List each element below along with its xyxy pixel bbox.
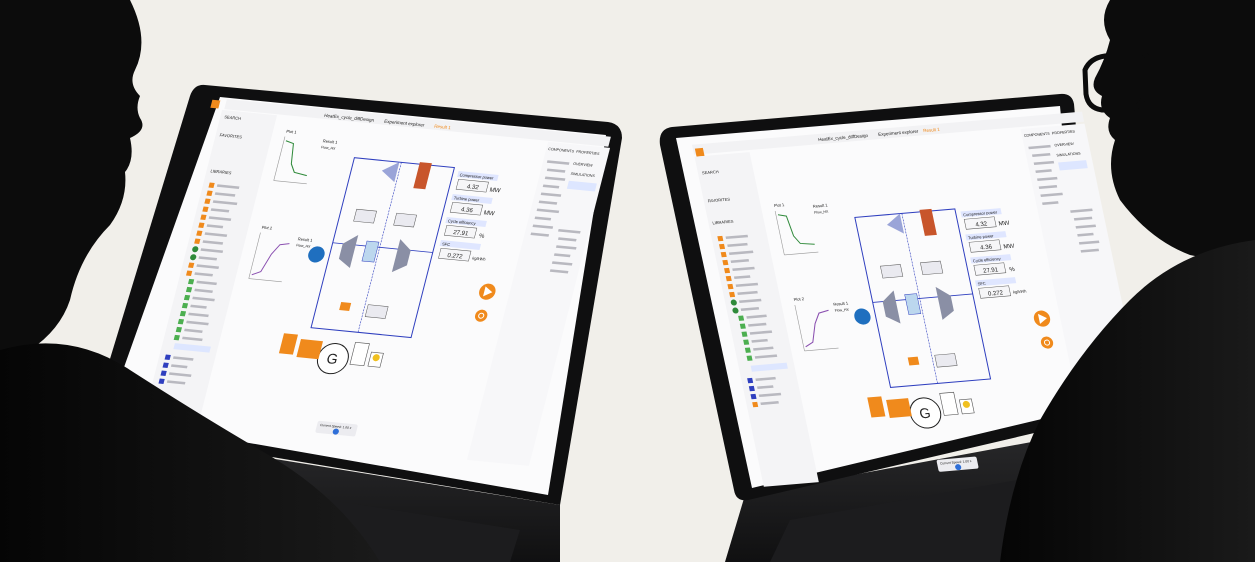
combustor-icon[interactable] xyxy=(339,301,352,311)
combustor-icon[interactable] xyxy=(907,356,920,366)
photo-scene: HeatEx_cycle_diffDesign Experiment explo… xyxy=(0,0,1255,562)
library-item-icon[interactable] xyxy=(727,283,734,290)
sensor-readout-icon xyxy=(364,304,389,319)
sensor-readout-icon xyxy=(393,212,417,228)
plot-title: Plot 1 xyxy=(286,129,298,135)
sensor-readout-icon xyxy=(880,264,904,279)
library-item-icon[interactable] xyxy=(725,275,732,282)
sfc-label: SFC xyxy=(442,241,451,247)
library-item-icon[interactable] xyxy=(720,251,727,258)
compressor-power-value: 4.32 xyxy=(466,183,480,191)
turbine-power-value: 4.36 xyxy=(980,244,994,251)
library-item-icon[interactable] xyxy=(746,355,753,361)
library-item-icon[interactable] xyxy=(717,235,724,242)
sensor-readout-icon xyxy=(920,260,944,276)
sfc-label: SFC xyxy=(977,281,986,287)
library-item-icon[interactable] xyxy=(748,385,755,392)
library-item-icon[interactable] xyxy=(722,259,729,266)
library-item-icon[interactable] xyxy=(747,377,754,384)
turbine-power-unit: MW xyxy=(483,210,496,218)
plot-title: Plot 2 xyxy=(261,225,273,231)
turbine-power-value: 4.36 xyxy=(460,206,474,214)
library-item-icon[interactable] xyxy=(719,243,726,250)
library-item-icon[interactable] xyxy=(738,315,745,321)
turbine-power-unit: MW xyxy=(1003,244,1015,251)
plot-title: Plot 1 xyxy=(773,202,785,208)
library-item-icon[interactable] xyxy=(744,347,751,353)
library-item-icon[interactable] xyxy=(743,339,750,345)
sensor-readout-icon xyxy=(353,208,377,224)
sensor-readout-icon xyxy=(934,353,958,368)
library-item-icon[interactable] xyxy=(739,323,746,329)
mechanical-load-icon[interactable] xyxy=(296,339,323,360)
library-item-icon[interactable] xyxy=(724,267,731,274)
plot-title: Plot 2 xyxy=(793,296,805,302)
compressor-power-unit: MW xyxy=(998,221,1010,228)
library-item-icon[interactable] xyxy=(750,393,757,400)
mechanical-load-icon[interactable] xyxy=(886,398,912,419)
compressor-power-unit: MW xyxy=(489,187,502,195)
library-item-icon[interactable] xyxy=(729,291,736,298)
compressor-power-value: 4.32 xyxy=(975,221,989,228)
library-item-icon[interactable] xyxy=(741,331,748,337)
library-item-icon[interactable] xyxy=(752,401,759,408)
right-app-logo xyxy=(694,147,705,157)
